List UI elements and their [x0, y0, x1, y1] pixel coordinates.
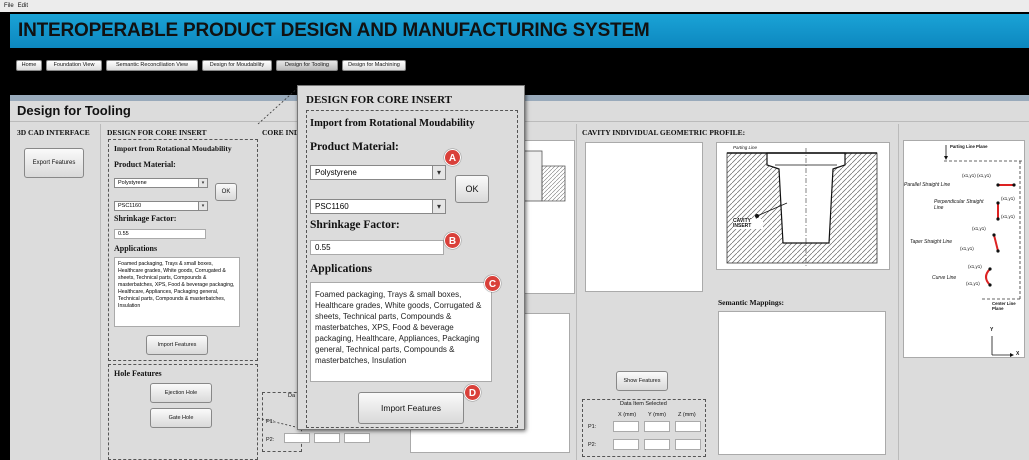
- zoom-grade-select-value: PSC1160: [315, 202, 349, 211]
- zoom-material-select-value: Polystyrene: [315, 168, 357, 177]
- chevron-down-icon: ▾: [432, 166, 445, 179]
- zoom-import-features-button[interactable]: Import Features: [358, 392, 464, 424]
- chevron-down-icon: ▾: [432, 200, 445, 213]
- zoom-shrinkage-label: Shrinkage Factor:: [310, 219, 400, 231]
- core-insert-zoom-panel: DESIGN FOR CORE INSERT Import from Rotat…: [297, 85, 525, 430]
- zoom-applications-label: Applications: [310, 263, 372, 275]
- zoom-applications-textarea[interactable]: Foamed packaging, Trays & small boxes, H…: [310, 282, 492, 382]
- callout-badge-b: B: [444, 232, 461, 249]
- callout-badge-d: D: [464, 384, 481, 401]
- zoom-product-material-label: Product Material:: [310, 141, 399, 153]
- zoom-shrinkage-input[interactable]: 0.55: [310, 240, 444, 255]
- zoom-ok-button[interactable]: OK: [455, 175, 489, 203]
- callout-badge-c: C: [484, 275, 501, 292]
- zoom-core-insert-header: DESIGN FOR CORE INSERT: [306, 94, 453, 106]
- zoom-material-select[interactable]: Polystyrene ▾: [310, 165, 446, 180]
- zoom-import-header: Import from Rotational Moudability: [310, 118, 475, 129]
- zoom-grade-select[interactable]: PSC1160 ▾: [310, 199, 446, 214]
- callout-badge-a: A: [444, 149, 461, 166]
